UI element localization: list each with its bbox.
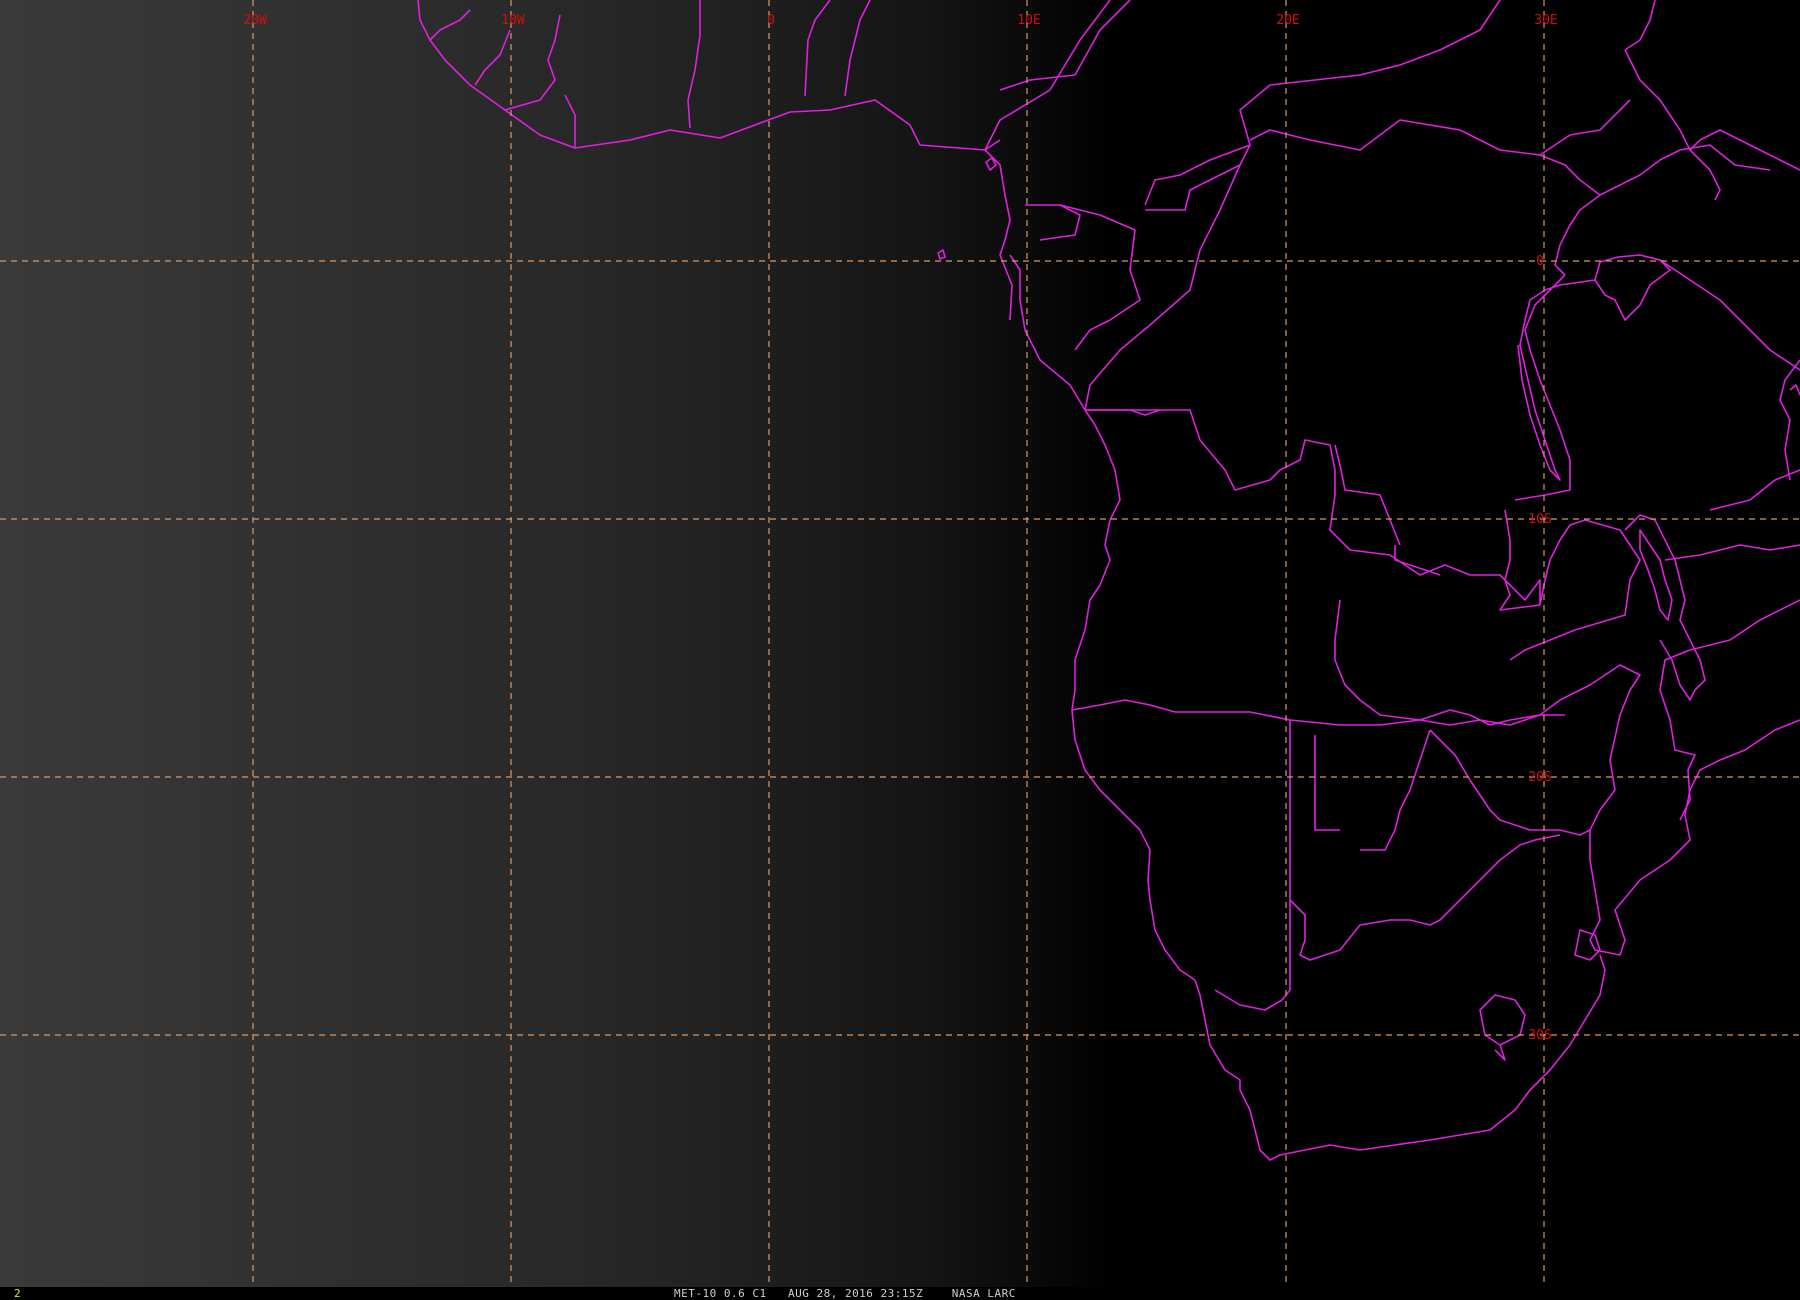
longitude-label: 10W — [501, 13, 525, 28]
frame-number: 2 — [14, 1287, 21, 1300]
longitude-label: 10E — [1017, 13, 1040, 28]
status-bar: 2 MET-10 0.6 C1 AUG 28, 2016 23:15Z NASA… — [0, 1287, 1800, 1300]
image-caption: MET-10 0.6 C1 AUG 28, 2016 23:15Z NASA L… — [674, 1287, 1016, 1300]
satellite-imagery-background — [0, 0, 1800, 1287]
longitude-label: 30E — [1534, 13, 1557, 28]
longitude-label: 20E — [1276, 13, 1299, 28]
satellite-map: 20W 10W 0 10E 20E 30E 0 10S 20S 30S — [0, 0, 1800, 1287]
longitude-label: 20W — [243, 13, 267, 28]
latitude-label: 0 — [1536, 254, 1544, 269]
satellite-image-viewer: 20W 10W 0 10E 20E 30E 0 10S 20S 30S 2 MET-10 0.6 … — [0, 0, 1800, 1300]
longitude-label: 0 — [767, 13, 775, 28]
latitude-label: 10S — [1528, 512, 1551, 527]
latitude-label: 20S — [1528, 770, 1551, 785]
latitude-label: 30S — [1528, 1028, 1551, 1043]
